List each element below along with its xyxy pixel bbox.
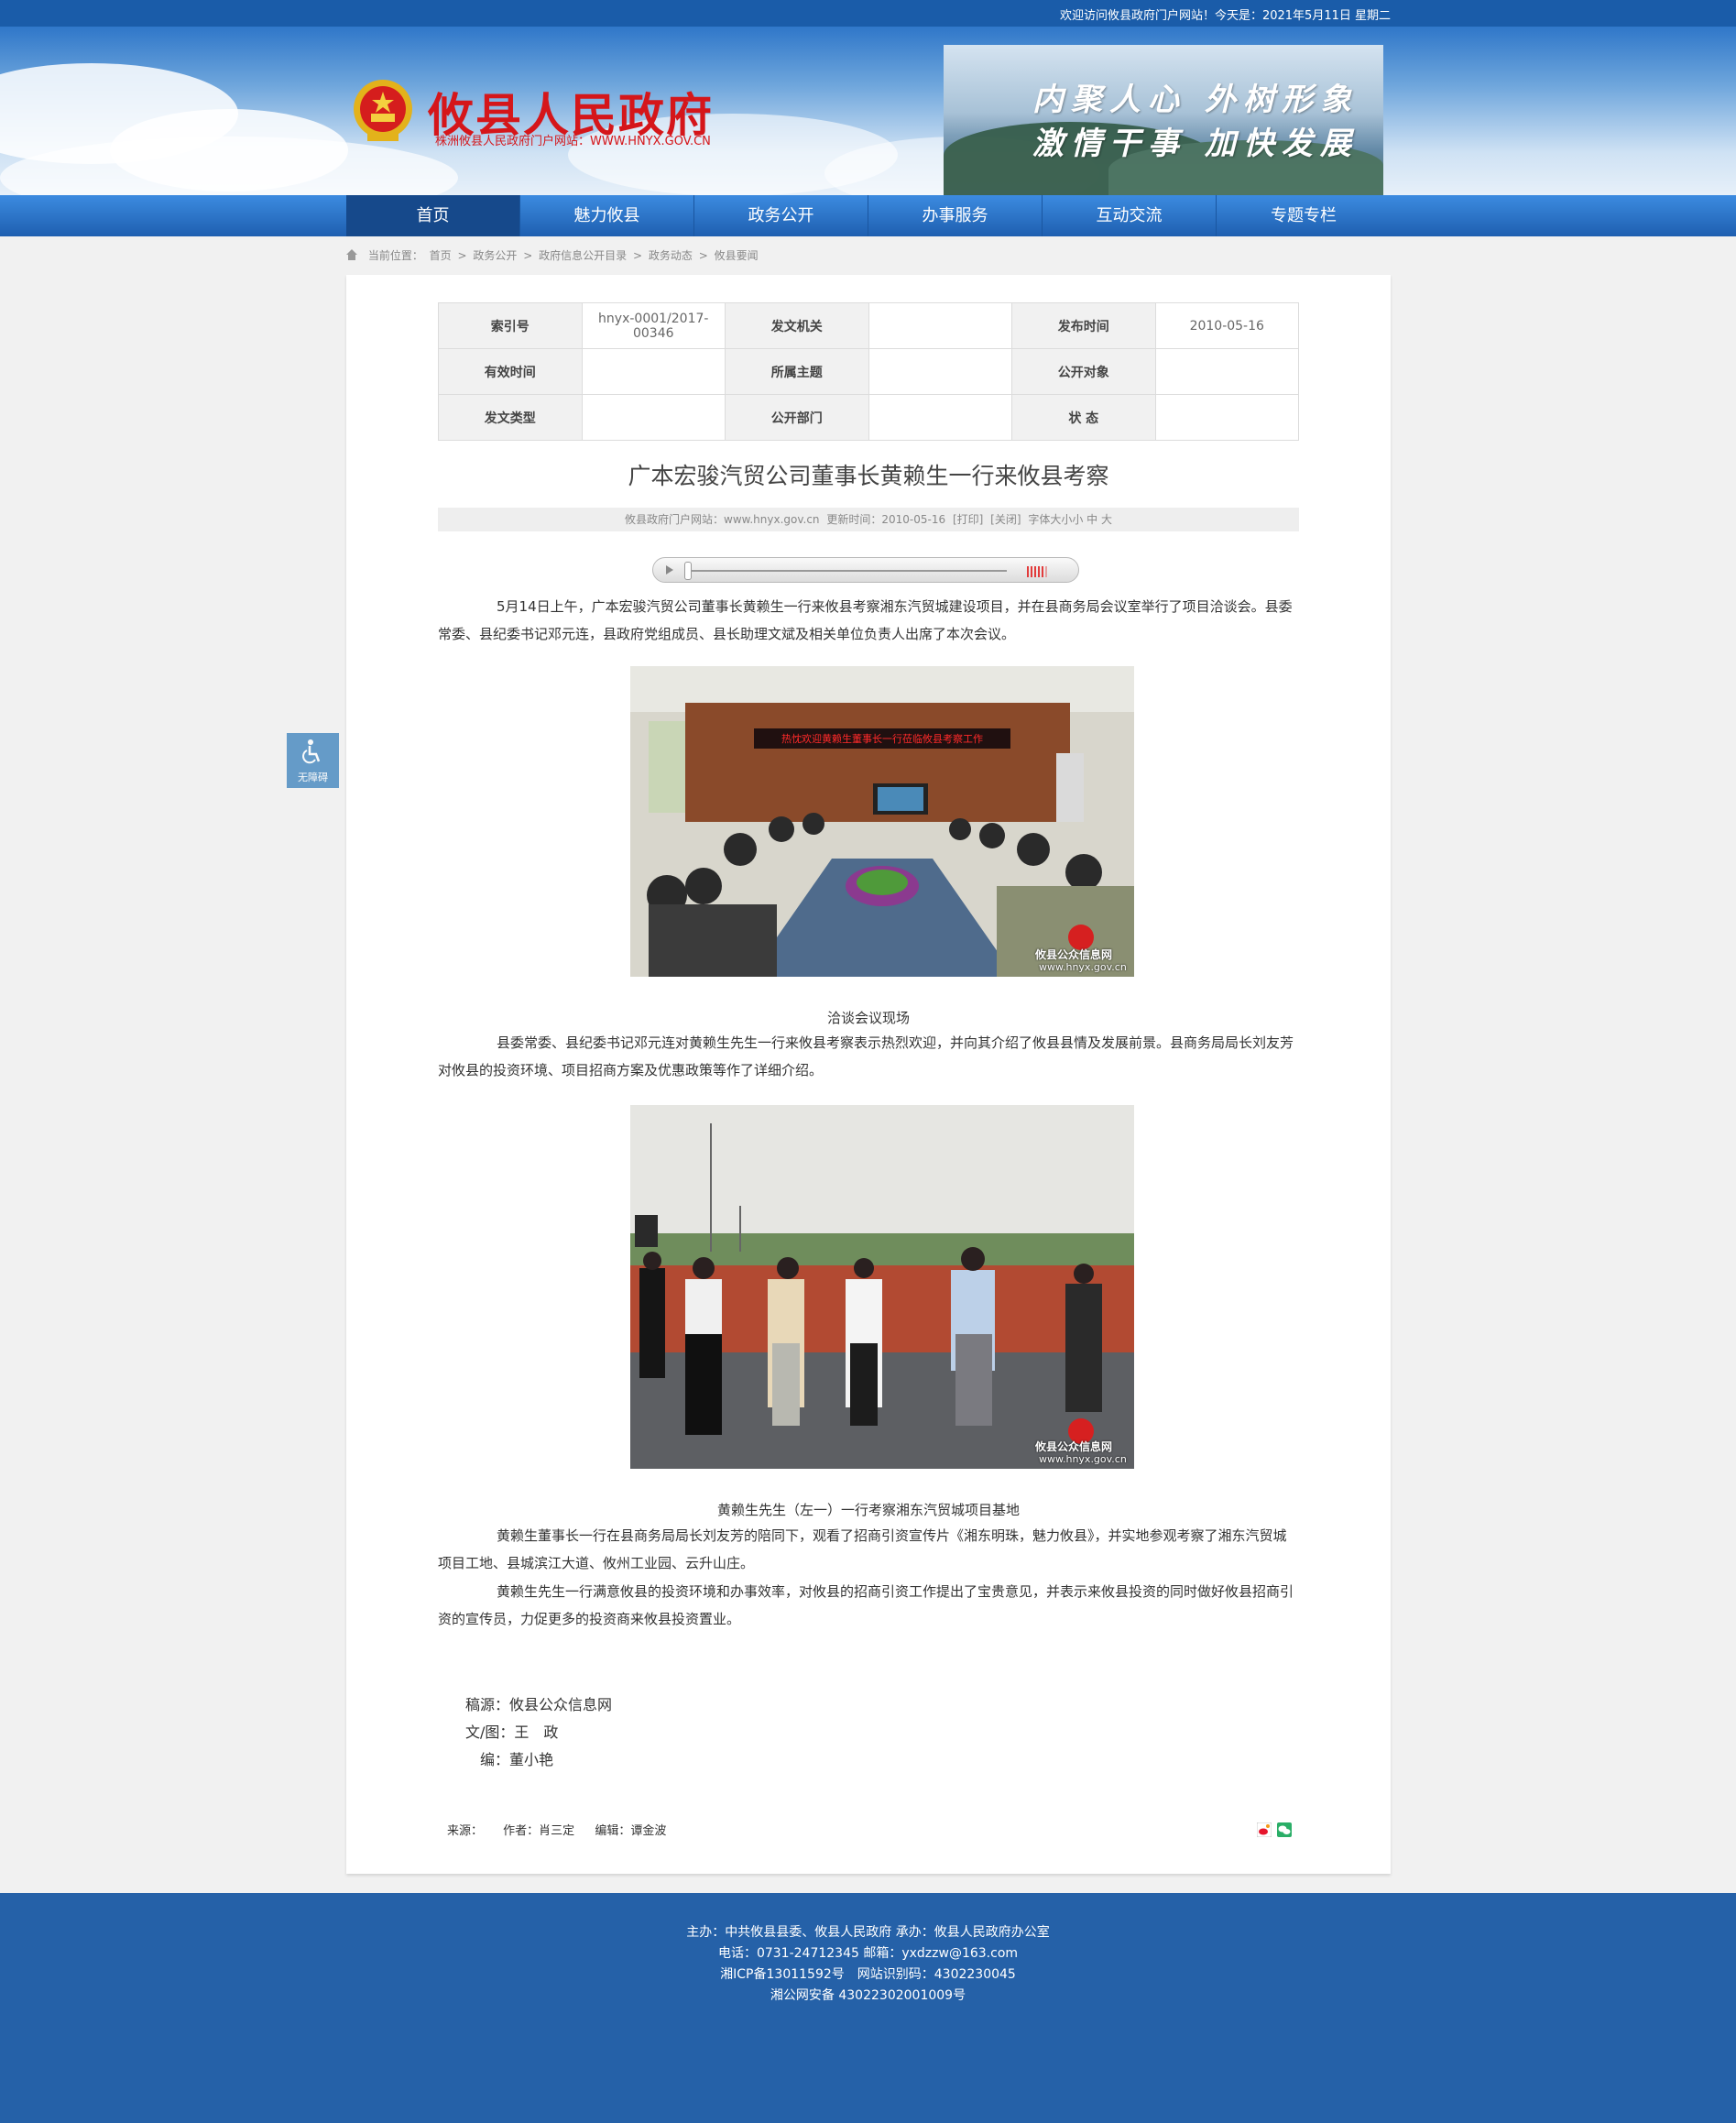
meta-value: 2010-05-16	[1154, 302, 1299, 349]
document-meta-table: 索引号 hnyx-0001/2017-00346 发文机关 发布时间 2010-05-1…	[438, 302, 1299, 441]
photo-banner: 热忱欢迎黄赖生董事长一行莅临攸县考察工作	[781, 733, 983, 745]
breadcrumb-separator: >	[457, 249, 467, 262]
breadcrumb-item[interactable]: 政务动态	[649, 249, 693, 262]
photo-watermark-site: 攸县公众信息网	[1035, 948, 1113, 961]
meta-row: 发文类型 公开部门 状 态	[438, 394, 1299, 441]
nav-item-home[interactable]: 首页	[346, 195, 520, 236]
breadcrumb-prefix: 当前位置：	[367, 249, 423, 262]
top-bar: 欢迎访问攸县政府门户网站！今天是：2021年5月11日 星期二	[0, 0, 1736, 27]
meta-value	[868, 394, 1012, 441]
weibo-share-icon[interactable]	[1257, 1822, 1272, 1837]
article-info-bar: 攸县政府门户网站：www.hnyx.gov.cn 更新时间：2010-05-16…	[438, 508, 1299, 531]
nav-item-charm[interactable]: 魅力攸县	[520, 195, 694, 236]
audio-progress-knob[interactable]	[684, 562, 692, 580]
accessibility-button[interactable]: 无障碍	[287, 733, 339, 788]
nav-item-interaction[interactable]: 互动交流	[1043, 195, 1217, 236]
volume-icon[interactable]	[1027, 564, 1051, 577]
article-paragraph: 5月14日上午，广本宏骏汽贸公司董事长黄赖生一行来攸县考察湘东汽贸城建设项目，并…	[438, 598, 1293, 642]
nav-item-gov-affairs[interactable]: 政务公开	[694, 195, 868, 236]
credit-source: 稿源：攸县公众信息网	[465, 1696, 613, 1713]
site-subtitle: 株洲攸县人民政府门户网站：WWW.HNYX.GOV.CN	[435, 135, 711, 148]
breadcrumb-item[interactable]: 政务公开	[473, 249, 517, 262]
welcome-text: 欢迎访问攸县政府门户网站！今天是：2021年5月11日 星期二	[1059, 9, 1391, 23]
footline-editor: 编辑：谭金波	[595, 1824, 667, 1838]
main-nav: 首页 魅力攸县 政务公开 办事服务 互动交流 专题专栏	[0, 195, 1736, 236]
content-panel: 索引号 hnyx-0001/2017-00346 发文机关 发布时间 2010-05-1…	[346, 275, 1391, 1874]
meta-row: 索引号 hnyx-0001/2017-00346 发文机关 发布时间 2010-05-1…	[438, 302, 1299, 349]
nav-item-services[interactable]: 办事服务	[868, 195, 1043, 236]
print-link[interactable]: [打印]	[953, 513, 983, 526]
photo-watermark-url: www.hnyx.gov.cn	[1039, 1453, 1127, 1465]
photo-watermark-site: 攸县公众信息网	[1035, 1440, 1113, 1453]
meta-label: 有效时间	[438, 348, 583, 395]
meta-label: 公开对象	[1011, 348, 1156, 395]
meta-label: 索引号	[438, 302, 583, 349]
breadcrumb-item[interactable]: 首页	[430, 249, 452, 262]
breadcrumb-separator: >	[523, 249, 533, 262]
source-site: 攸县政府门户网站：www.hnyx.gov.cn	[625, 513, 820, 526]
update-time: 更新时间：2010-05-16	[826, 513, 946, 526]
meta-value	[581, 394, 726, 441]
article-paragraph: 县委常委、县纪委书记邓元连对黄赖生先生一行来攸县考察表示热烈欢迎，并向其介绍了攸…	[438, 1034, 1294, 1078]
meta-label: 所属主题	[725, 348, 869, 395]
audio-player[interactable]	[652, 557, 1079, 583]
breadcrumb: 当前位置： 首页 > 政务公开 > 政府信息公开目录 > 政务动态 > 攸县要闻	[346, 247, 761, 263]
credit-author: 文/图：王 政	[465, 1724, 559, 1741]
breadcrumb-separator: >	[698, 249, 708, 262]
slogan-line-1: 内聚人心 外树形象	[1032, 82, 1359, 118]
meta-label: 状 态	[1011, 394, 1156, 441]
article-title: 广本宏骏汽贸公司董事长黄赖生一行来攸县考察	[628, 463, 1109, 489]
font-size-switch[interactable]: 字体大小小 中 大	[1028, 513, 1112, 526]
home-icon	[346, 249, 357, 260]
article-paragraph: 黄赖生先生一行满意攸县的投资环境和办事效率，对攸县的招商引资工作提出了宝贵意见，…	[438, 1583, 1294, 1627]
photo-watermark-url: www.hnyx.gov.cn	[1039, 961, 1127, 973]
footline-source: 来源：	[447, 1824, 484, 1838]
national-emblem-icon	[354, 80, 412, 141]
photo-caption: 洽谈会议现场	[826, 1010, 910, 1026]
meta-value	[868, 348, 1012, 395]
footer-sponsor: 主办：中共攸县县委、攸县人民政府 承办：攸县人民政府办公室	[686, 1925, 1050, 1940]
wechat-share-icon[interactable]	[1277, 1822, 1292, 1837]
site-footer: 主办：中共攸县县委、攸县人民政府 承办：攸县人民政府办公室 电话：0731-24…	[0, 1893, 1736, 2123]
meta-value	[581, 348, 726, 395]
meta-row: 有效时间 所属主题 公开对象	[438, 348, 1299, 395]
close-link[interactable]: [关闭]	[990, 513, 1021, 526]
accessibility-label: 无障碍	[298, 772, 328, 783]
footer-contact: 电话：0731-24712345 邮箱：yxdzzw@163.com	[717, 1946, 1019, 1961]
audio-progress-track[interactable]	[686, 570, 1007, 572]
credit-editor: 编：董小艳	[480, 1751, 554, 1768]
meta-label: 发文类型	[438, 394, 583, 441]
meta-value	[1154, 394, 1299, 441]
meta-label: 发布时间	[1011, 302, 1156, 349]
breadcrumb-separator: >	[632, 249, 643, 262]
meta-value: hnyx-0001/2017-00346	[581, 302, 726, 349]
slogan-line-2: 激情干事 加快发展	[1032, 126, 1359, 162]
site-visit-photo: 攸县公众信息网 www.hnyx.gov.cn	[630, 1105, 1134, 1469]
play-icon[interactable]	[661, 562, 677, 578]
meta-value	[868, 302, 1012, 349]
footline-author: 作者：肖三定	[503, 1824, 575, 1838]
breadcrumb-item[interactable]: 政府信息公开目录	[539, 249, 627, 262]
header-banner: 攸县人民政府 株洲攸县人民政府门户网站：WWW.HNYX.GOV.CN 内聚人心…	[0, 27, 1736, 195]
breadcrumb-item[interactable]: 攸县要闻	[715, 249, 759, 262]
meta-label: 发文机关	[725, 302, 869, 349]
meta-value	[1154, 348, 1299, 395]
article-footline: 来源： 作者：肖三定 编辑：谭金波	[447, 1821, 682, 1838]
article-paragraph: 黄赖生董事长一行在县商务局局长刘友芳的陪同下，观看了招商引资宣传片《湘东明珠，魅…	[438, 1527, 1287, 1571]
nav-item-topics[interactable]: 专题专栏	[1217, 195, 1391, 236]
footer-icp[interactable]: 湘ICP备13011592号 网站识别码：4302230045	[0, 1964, 1736, 1983]
meta-label: 公开部门	[725, 394, 869, 441]
meeting-photo: 热忱欢迎黄赖生董事长一行莅临攸县考察工作 攸县公众信息网 www.hnyx.go…	[630, 666, 1134, 977]
photo-caption: 黄赖生先生（左一）一行考察湘东汽贸城项目基地	[716, 1502, 1020, 1518]
footer-police-record[interactable]: 湘公网安备 43022302001009号	[0, 1986, 1736, 2004]
wheelchair-icon	[302, 739, 321, 764]
